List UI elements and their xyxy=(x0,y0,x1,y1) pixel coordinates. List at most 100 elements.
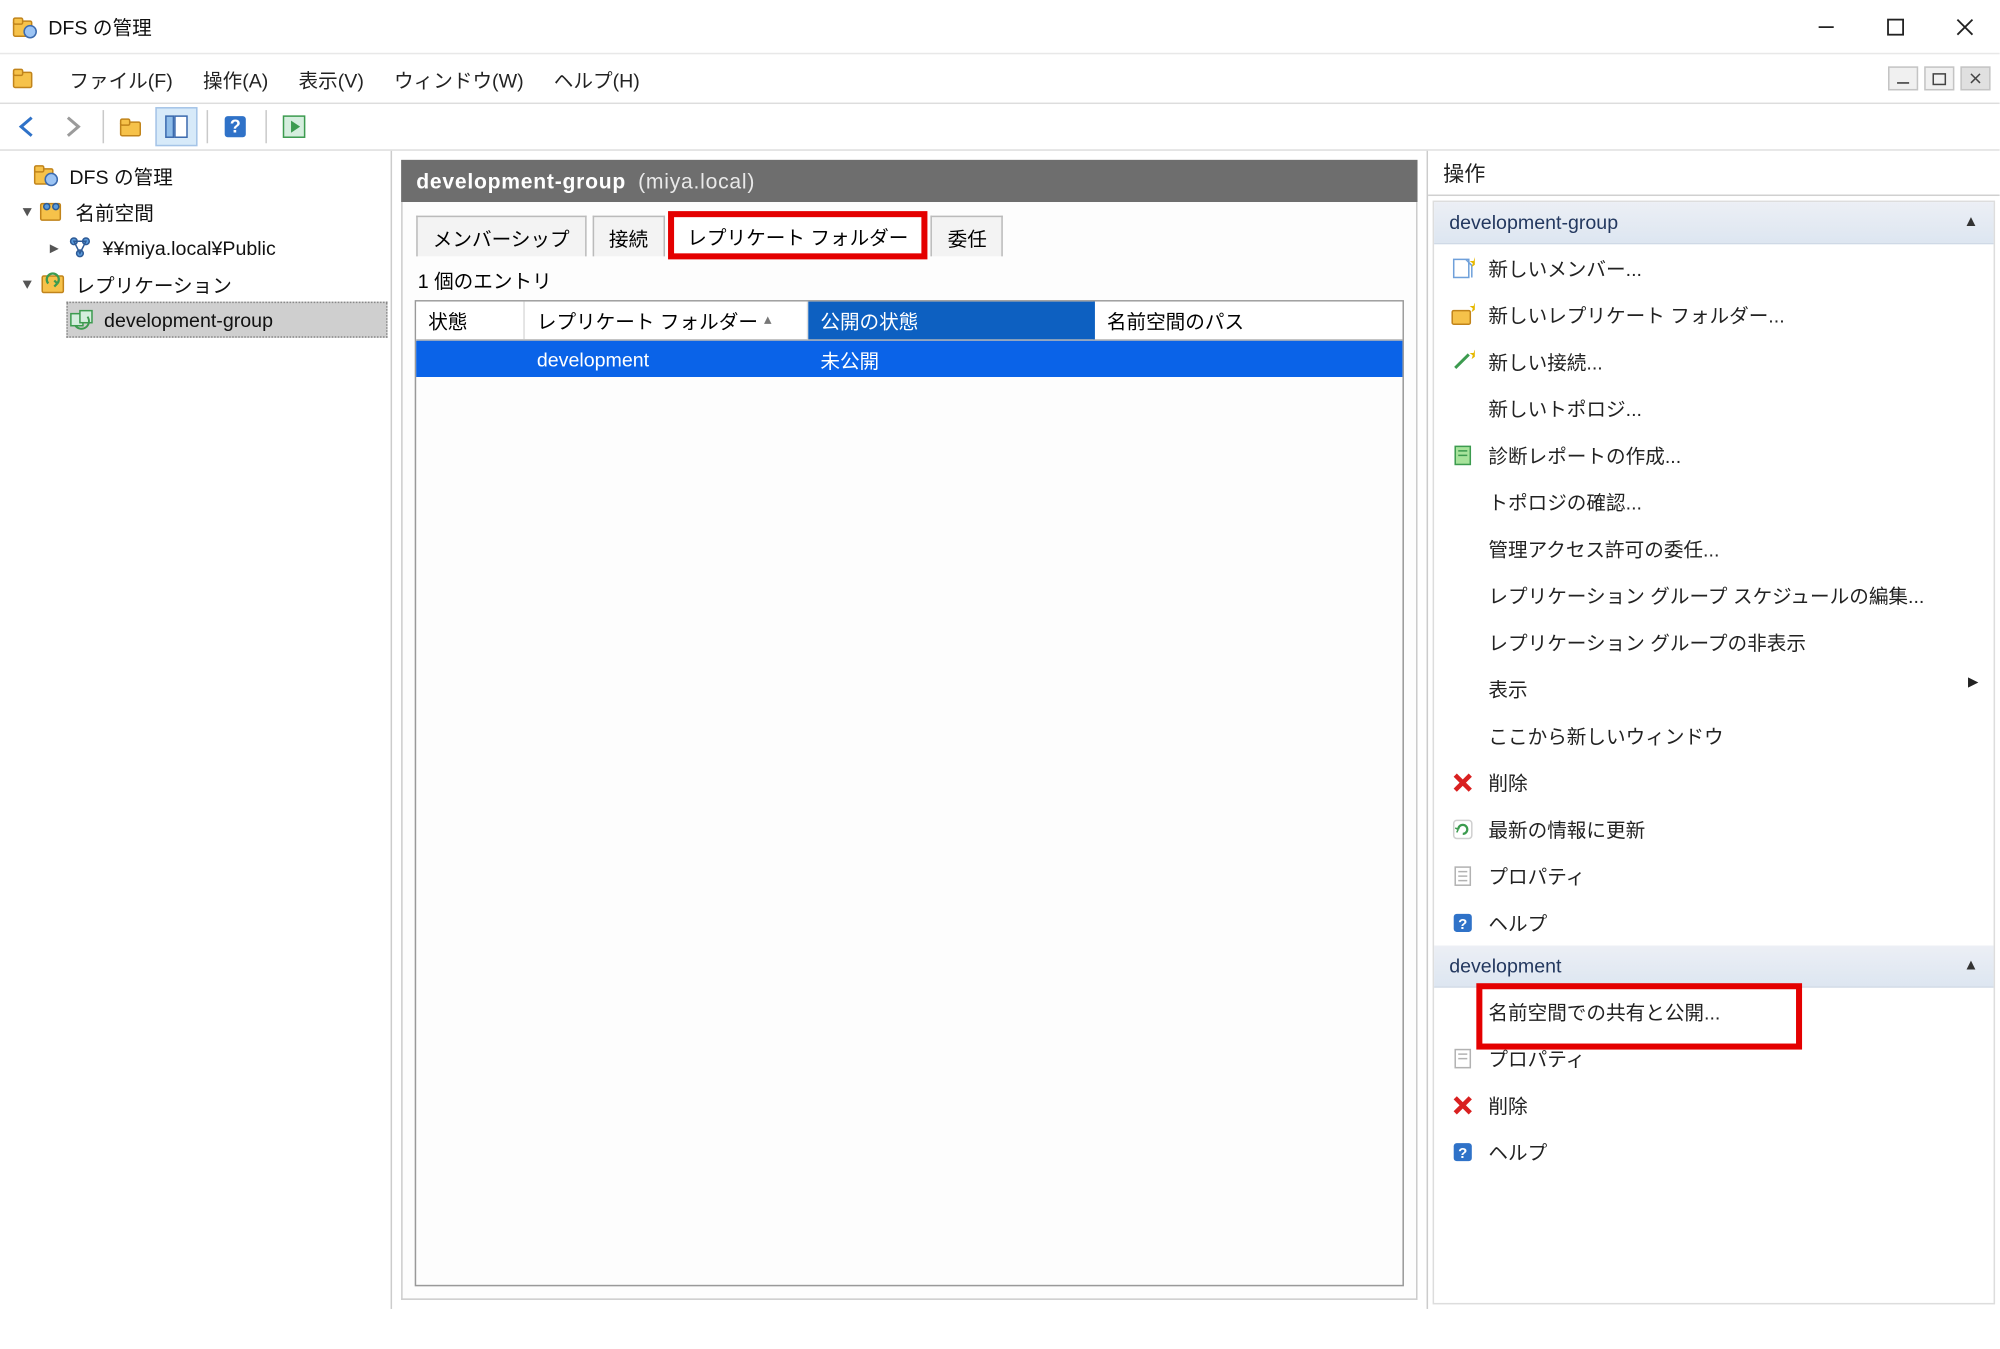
action-delete[interactable]: 削除 xyxy=(1434,759,1993,806)
close-button[interactable] xyxy=(1930,4,1999,49)
document-submenu-icon xyxy=(12,65,39,92)
action-new-connection[interactable]: ★ 新しい接続... xyxy=(1434,338,1993,385)
expand-toggle-icon[interactable] xyxy=(42,237,66,258)
tree-replication-node[interactable]: レプリケーション xyxy=(9,265,388,301)
sort-asc-icon: ▴ xyxy=(764,312,772,329)
actions-section-folder-label: development xyxy=(1449,955,1561,978)
folder-up-button[interactable] xyxy=(110,107,152,146)
menu-action[interactable]: 操作(A) xyxy=(188,58,284,99)
new-folder-icon: ★ xyxy=(1449,301,1476,328)
tree-root[interactable]: DFS の管理 xyxy=(9,157,388,193)
breadcrumb-main: development-group xyxy=(416,169,626,193)
help-icon: ? xyxy=(1449,909,1476,936)
actions-section-folder[interactable]: development ▲ xyxy=(1434,946,1993,988)
blank-icon xyxy=(1449,394,1476,421)
tree-namespace-node[interactable]: 名前空間 xyxy=(9,193,388,229)
window-title: DFS の管理 xyxy=(48,12,1791,41)
properties-icon xyxy=(1449,862,1476,889)
action-folder-properties[interactable]: プロパティ xyxy=(1434,1034,1993,1081)
tree-replication-group-label: development-group xyxy=(101,307,276,333)
collapse-icon: ▲ xyxy=(1964,958,1979,975)
help-button[interactable]: ? xyxy=(214,107,256,146)
tab-connections[interactable]: 接続 xyxy=(592,216,664,257)
menu-file[interactable]: ファイル(F) xyxy=(54,58,188,99)
menu-view[interactable]: 表示(V) xyxy=(283,58,379,99)
action-delegate[interactable]: 管理アクセス許可の委任... xyxy=(1434,525,1993,572)
center-pane: development-group (miya.local) メンバーシップ 接… xyxy=(392,151,1426,1309)
action-new-replicated-folder[interactable]: ★ 新しいレプリケート フォルダー... xyxy=(1434,291,1993,338)
tree-replication-group-node[interactable]: development-group xyxy=(66,302,387,338)
tab-strip: メンバーシップ 接続 レプリケート フォルダー 委任 xyxy=(415,214,1404,256)
tab-replicated-folders[interactable]: レプリケート フォルダー xyxy=(671,214,925,256)
col-state[interactable]: 状態 xyxy=(416,302,525,340)
menu-window[interactable]: ウィンドウ(W) xyxy=(379,58,539,99)
action-folder-delete[interactable]: 削除 xyxy=(1434,1081,1993,1128)
toolbar: ? xyxy=(0,103,2000,151)
col-namespace-path[interactable]: 名前空間のパス xyxy=(1095,302,1403,340)
col-replicated-folder[interactable]: レプリケート フォルダー▴ xyxy=(525,302,809,340)
action-new-topology[interactable]: 新しいトポロジ... xyxy=(1434,385,1993,432)
minimize-button[interactable] xyxy=(1792,4,1861,49)
menu-help[interactable]: ヘルプ(H) xyxy=(539,58,655,99)
action-new-window-here[interactable]: ここから新しいウィンドウ xyxy=(1434,712,1993,759)
actions-pane-title: 操作 xyxy=(1428,151,2000,196)
tree-replication-label: レプリケーション xyxy=(72,268,234,300)
tree-root-label: DFS の管理 xyxy=(66,159,176,191)
col-publication-state[interactable]: 公開の状態 xyxy=(808,302,1095,340)
action-hide-group[interactable]: レプリケーション グループの非表示 xyxy=(1434,618,1993,665)
help-icon: ? xyxy=(1449,1138,1476,1165)
actions-section-group[interactable]: development-group ▲ xyxy=(1434,202,1993,244)
blank-icon xyxy=(1449,535,1476,562)
actions-pane: 操作 development-group ▲ ★ 新しいメンバー... ★ 新し… xyxy=(1427,151,2000,1309)
app-icon xyxy=(12,13,39,40)
toolbar-separator xyxy=(207,110,209,143)
expand-toggle-icon[interactable] xyxy=(15,273,39,294)
replication-group-icon xyxy=(68,306,95,333)
breadcrumb-sub: (miya.local) xyxy=(638,169,755,193)
action-verify-topology[interactable]: トポロジの確認... xyxy=(1434,478,1993,525)
delete-icon xyxy=(1449,1091,1476,1118)
share-icon xyxy=(66,234,93,261)
action-new-member[interactable]: ★ 新しいメンバー... xyxy=(1434,244,1993,291)
entry-count-label: 1 個のエントリ xyxy=(418,265,1404,294)
mdi-restore-button[interactable] xyxy=(1924,66,1954,90)
blank-icon xyxy=(1449,722,1476,749)
action-view-submenu[interactable]: 表示 xyxy=(1434,665,1993,712)
view-mode-button[interactable] xyxy=(155,107,197,146)
tree-namespace-label: 名前空間 xyxy=(72,195,156,227)
new-connection-icon: ★ xyxy=(1449,348,1476,375)
maximize-button[interactable] xyxy=(1861,4,1930,49)
folder-grid: 状態 レプリケート フォルダー▴ 公開の状態 名前空間のパス developme… xyxy=(415,300,1404,1286)
blank-icon xyxy=(1449,628,1476,655)
mdi-close-button[interactable] xyxy=(1960,66,1990,90)
mdi-minimize-button[interactable] xyxy=(1888,66,1918,90)
collapse-icon: ▲ xyxy=(1964,214,1979,231)
properties-icon xyxy=(1449,1044,1476,1071)
action-edit-schedule[interactable]: レプリケーション グループ スケジュールの編集... xyxy=(1434,572,1993,619)
action-help[interactable]: ? ヘルプ xyxy=(1434,899,1993,946)
expand-toggle-icon[interactable] xyxy=(15,201,39,222)
toolbar-separator xyxy=(103,110,105,143)
dfs-management-icon xyxy=(33,161,60,188)
tree-namespace-path-node[interactable]: ¥¥miya.local¥Public xyxy=(9,229,388,265)
grid-row[interactable]: development 未公開 xyxy=(416,341,1402,377)
namespace-icon xyxy=(39,198,66,225)
action-create-report[interactable]: 診断レポートの作成... xyxy=(1434,431,1993,478)
run-button[interactable] xyxy=(273,107,315,146)
svg-text:★: ★ xyxy=(1469,349,1475,361)
refresh-icon xyxy=(1449,815,1476,842)
action-refresh[interactable]: 最新の情報に更新 xyxy=(1434,805,1993,852)
svg-text:?: ? xyxy=(1458,1144,1467,1161)
svg-text:★: ★ xyxy=(1469,302,1475,314)
tab-delegation[interactable]: 委任 xyxy=(931,216,1003,257)
cell-publication-state: 未公開 xyxy=(808,345,1095,374)
nav-forward-button[interactable] xyxy=(51,107,93,146)
action-share-and-publish[interactable]: 名前空間での共有と公開... xyxy=(1434,988,1993,1035)
action-properties[interactable]: プロパティ xyxy=(1434,852,1993,899)
new-member-icon: ★ xyxy=(1449,254,1476,281)
nav-back-button[interactable] xyxy=(6,107,48,146)
blank-icon xyxy=(1449,488,1476,515)
tab-membership[interactable]: メンバーシップ xyxy=(416,216,586,257)
breadcrumb: development-group (miya.local) xyxy=(401,160,1417,202)
action-folder-help[interactable]: ? ヘルプ xyxy=(1434,1128,1993,1175)
